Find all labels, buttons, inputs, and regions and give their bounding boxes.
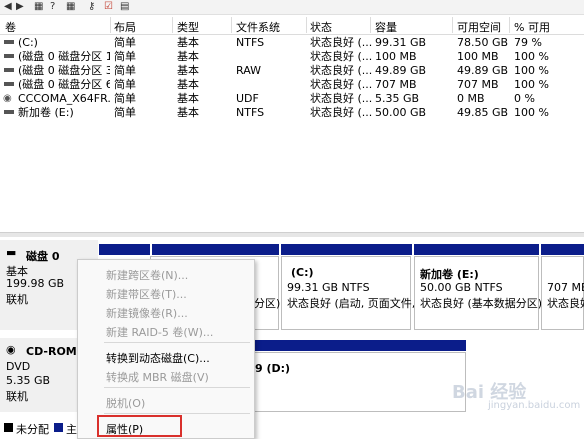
cdrom-volume[interactable]: 9 (D:) bbox=[250, 352, 466, 412]
volume-table-header: 卷 布局 类型 文件系统 状态 容量 可用空间 % 可用 bbox=[0, 16, 584, 35]
help-icon[interactable]: ? bbox=[50, 1, 55, 12]
col-capacity[interactable]: 容量 bbox=[375, 19, 397, 35]
table-row[interactable]: ◉ CCCOMA_X64FR... 简单 基本 UDF 状态良好 (... 5.… bbox=[0, 92, 584, 105]
col-free[interactable]: 可用空间 bbox=[457, 19, 501, 35]
disk0-partition-bar bbox=[99, 244, 584, 255]
table-row[interactable]: (C:) 简单 基本 NTFS 状态良好 (... 99.31 GB 78.50… bbox=[0, 36, 584, 49]
table-row[interactable]: (磁盘 0 磁盘分区 1) 简单 基本 状态良好 (... 100 MB 100… bbox=[0, 50, 584, 63]
table-row[interactable]: (磁盘 0 磁盘分区 6) 简单 基本 状态良好 (... 707 MB 707… bbox=[0, 78, 584, 91]
volume-icon bbox=[4, 68, 14, 72]
properties-icon[interactable]: ▦ bbox=[34, 1, 43, 12]
back-icon[interactable]: ◀ bbox=[4, 1, 12, 12]
menu-separator bbox=[104, 387, 250, 388]
disc-icon: ◉ bbox=[3, 93, 12, 104]
table-row[interactable]: (磁盘 0 磁盘分区 3) 简单 基本 RAW 状态良好 (... 49.89 … bbox=[0, 64, 584, 77]
context-menu: 新建跨区卷(N)... 新建带区卷(T)... 新建镜像卷(R)... 新建 R… bbox=[77, 259, 255, 439]
menu-separator bbox=[104, 342, 250, 343]
volume-icon bbox=[4, 82, 14, 86]
col-volume[interactable]: 卷 bbox=[5, 19, 16, 35]
check-icon[interactable]: ☑ bbox=[104, 1, 113, 12]
menu-convert-dynamic[interactable]: 转换到动态磁盘(C)... bbox=[78, 347, 254, 365]
toolbar: ◀ ▶ ▦ ? ▦ ⚷ ☑ ▤ bbox=[0, 0, 584, 15]
cdrom-partition-bar bbox=[250, 340, 466, 351]
menu-offline[interactable]: 脱机(O) bbox=[78, 392, 254, 410]
menu-new-spanned-volume[interactable]: 新建跨区卷(N)... bbox=[78, 264, 254, 282]
primary-swatch bbox=[54, 423, 63, 432]
details-icon[interactable]: ▦ bbox=[66, 1, 75, 12]
col-type[interactable]: 类型 bbox=[177, 19, 199, 35]
partition-c[interactable]: (C:) 99.31 GB NTFS 状态良好 (启动, 页面文件, bbox=[281, 256, 415, 330]
disk0-title: 磁盘 0 bbox=[26, 250, 60, 263]
menu-separator bbox=[104, 413, 250, 414]
table-row[interactable]: 新加卷 (E:) 简单 基本 NTFS 状态良好 (... 50.00 GB 4… bbox=[0, 106, 584, 119]
forward-icon[interactable]: ▶ bbox=[16, 1, 24, 12]
menu-new-mirrored-volume[interactable]: 新建镜像卷(R)... bbox=[78, 302, 254, 320]
col-layout[interactable]: 布局 bbox=[114, 19, 136, 35]
disk-icon: ▬ bbox=[6, 246, 17, 259]
col-status[interactable]: 状态 bbox=[310, 19, 332, 35]
unallocated-swatch bbox=[4, 423, 13, 432]
menu-new-striped-volume[interactable]: 新建带区卷(T)... bbox=[78, 283, 254, 301]
volume-icon bbox=[4, 110, 14, 114]
volume-icon bbox=[4, 40, 14, 44]
menu-convert-mbr[interactable]: 转换成 MBR 磁盘(V) bbox=[78, 366, 254, 384]
watermark-sub: jingyan.baidu.com bbox=[488, 400, 581, 411]
col-filesystem[interactable]: 文件系统 bbox=[236, 19, 280, 35]
menu-new-raid5-volume[interactable]: 新建 RAID-5 卷(W)... bbox=[78, 321, 254, 339]
partition-e[interactable]: 新加卷 (E:) 50.00 GB NTFS 状态良好 (基本数据分区) bbox=[414, 256, 542, 330]
volume-icon bbox=[4, 54, 14, 58]
partition-recovery[interactable]: 707 MB 状态良好 bbox=[541, 256, 584, 330]
col-percent[interactable]: % 可用 bbox=[514, 19, 550, 35]
key-icon[interactable]: ⚷ bbox=[88, 1, 95, 12]
properties-highlight-box bbox=[97, 415, 182, 437]
pane-splitter[interactable] bbox=[0, 232, 584, 237]
list-icon[interactable]: ▤ bbox=[120, 1, 129, 12]
cdrom-icon: ◉ bbox=[6, 343, 16, 356]
